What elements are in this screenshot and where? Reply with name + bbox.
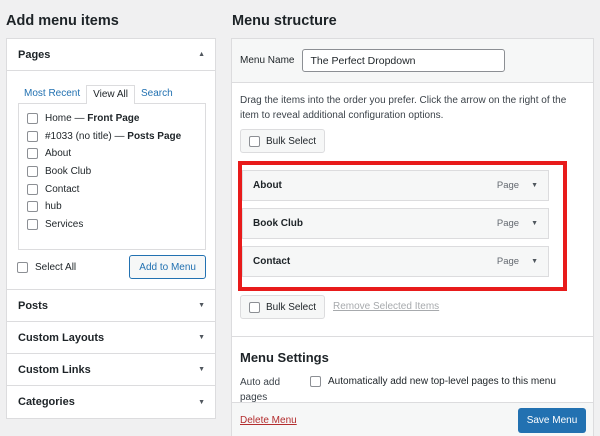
pages-tabs: Most Recent View All Search [18,85,206,104]
chevron-down-icon[interactable]: ▼ [531,220,538,227]
chevron-down-icon: ▼ [198,334,205,341]
remove-selected-items-link[interactable]: Remove Selected Items [333,301,439,312]
menu-item-title: Contact [253,256,291,267]
pages-accordion-header[interactable]: Pages ▲ [7,39,215,71]
list-item[interactable]: Contact [27,180,197,198]
page-label: About [45,148,72,160]
categories-accordion-header[interactable]: Categories ▼ [7,386,215,418]
list-item[interactable]: hub [27,198,197,216]
pages-accordion-body: Most Recent View All Search Home — Front… [7,71,215,290]
pages-footer: Select All Add to Menu [17,255,206,279]
page-checkbox[interactable] [27,218,38,230]
bulk-select-checkbox[interactable] [249,301,260,313]
bulk-select-button-top[interactable]: Bulk Select [240,129,326,153]
bulk-select-button-bottom[interactable]: Bulk Select [240,295,326,319]
menu-item-type: Page [496,218,520,229]
menu-item-type: Page [496,256,520,267]
menu-footer-bar: Delete Menu Save Menu [232,402,593,436]
auto-add-pages-option[interactable]: Automatically add new top-level pages to… [310,376,556,387]
page-label: hub [45,201,62,213]
menu-item-book-club[interactable]: Book Club Page ▼ [242,208,549,239]
chevron-down-icon: ▼ [198,302,205,309]
chevron-down-icon: ▼ [198,398,205,406]
list-item[interactable]: Book Club [27,163,197,181]
page-checkbox[interactable] [27,130,38,142]
custom-links-accordion-header[interactable]: Custom Links ▼ [7,354,215,386]
delete-menu-link[interactable]: Delete Menu [240,415,297,426]
list-item[interactable]: About [27,145,197,163]
chevron-up-icon: ▲ [198,51,205,58]
tab-search[interactable]: Search [135,85,179,103]
page-suffix: Posts Page [127,130,182,142]
drag-instructions: Drag the items into the order you prefer… [240,95,567,121]
menu-name-input[interactable]: The Perfect Dropdown [302,49,506,72]
menu-item-title: About [253,180,282,191]
chevron-down-icon[interactable]: ▼ [531,182,538,189]
page-separator: — [71,113,88,125]
menu-item-controls: Page ▼ [497,180,538,191]
auto-add-pages-label: Auto add pages [240,377,281,403]
menu-item-title: Book Club [253,218,303,229]
tab-most-recent[interactable]: Most Recent [18,85,86,103]
page-label: Home [45,113,72,125]
menu-structure-panel: Menu Name The Perfect Dropdown Drag the … [231,38,594,436]
menu-name-label: Menu Name [240,55,295,66]
menu-item-controls: Page ▼ [497,256,538,267]
page-checkbox[interactable] [27,148,38,160]
select-all-label: Select All [35,261,77,273]
page-checkbox[interactable] [27,113,38,125]
list-item[interactable]: #1033 (no title) — Posts Page [27,128,197,146]
accordion-title: Categories [18,396,75,408]
page-checkbox[interactable] [27,183,38,195]
menu-settings-title: Menu Settings [240,350,329,365]
menu-item-about[interactable]: About Page ▼ [242,170,549,201]
list-item[interactable]: Home — Front Page [27,110,197,128]
divider [232,336,593,337]
menu-name-row: Menu Name The Perfect Dropdown [232,39,593,83]
chevron-down-icon: ▼ [198,366,205,373]
menu-item-controls: Page ▼ [497,218,538,229]
page-label: Services [45,218,84,230]
page-label: #1033 (no title) [45,130,112,142]
accordion-title: Custom Layouts [18,331,105,344]
select-all-option[interactable]: Select All [17,261,77,273]
pages-list: Home — Front Page #1033 (no title) — Pos… [18,103,206,250]
page-suffix: Front Page [87,113,140,125]
menu-item-type: Page [496,180,520,191]
auto-add-option-label: Automatically add new top-level pages to… [328,376,556,387]
page-checkbox[interactable] [27,166,38,178]
chevron-down-icon[interactable]: ▼ [531,258,538,265]
accordion-title: Custom Links [18,363,91,376]
list-item[interactable]: Services [27,216,197,234]
page-separator: — [111,130,128,142]
add-to-menu-button[interactable]: Add to Menu [129,255,206,279]
auto-add-checkbox[interactable] [310,376,321,387]
accordion-title: Posts [18,299,48,312]
menu-item-contact[interactable]: Contact Page ▼ [242,246,549,277]
page-checkbox[interactable] [27,201,38,213]
page-label: Book Club [45,166,92,178]
custom-layouts-accordion-header[interactable]: Custom Layouts ▼ [7,322,215,354]
tab-view-all[interactable]: View All [86,85,135,104]
page-label: Contact [45,183,80,195]
select-all-checkbox[interactable] [17,261,28,273]
bulk-select-label: Bulk Select [266,135,317,147]
bulk-select-label: Bulk Select [266,301,317,313]
pages-accordion-title: Pages [18,48,51,61]
add-menu-items-heading: Add menu items [6,13,119,29]
posts-accordion-header[interactable]: Posts ▼ [7,290,215,322]
bulk-select-checkbox[interactable] [249,135,260,147]
add-menu-items-panel: Pages ▲ Most Recent View All Search Home… [6,38,216,419]
save-menu-button[interactable]: Save Menu [518,408,586,433]
menu-structure-heading: Menu structure [232,13,337,29]
